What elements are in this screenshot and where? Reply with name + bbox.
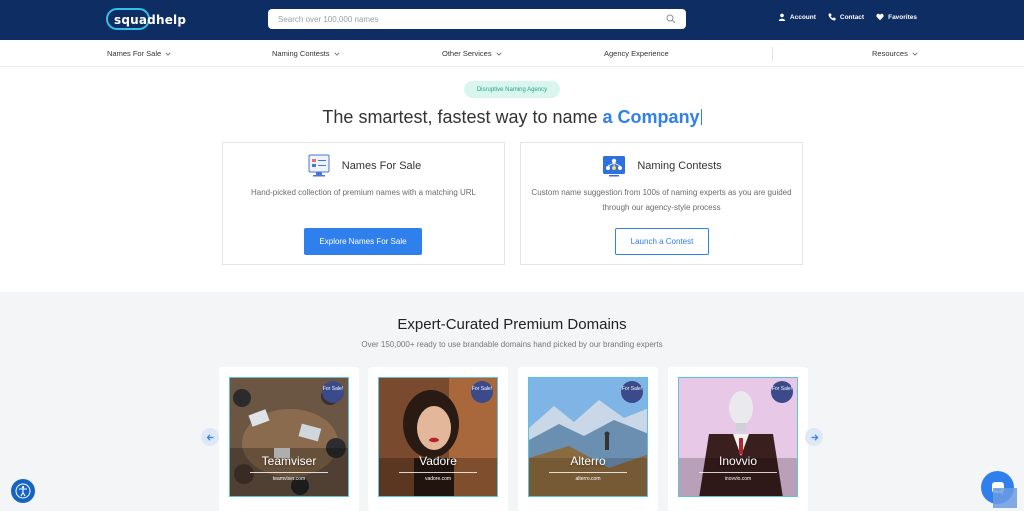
nav-resources[interactable]: Resources: [872, 49, 918, 58]
hero-title: The smartest, fastest way to name a Comp…: [0, 107, 1024, 128]
nav-label: Names For Sale: [107, 49, 162, 58]
for-sale-badge: For Sale!: [471, 381, 493, 403]
nav-label: Naming Contests: [272, 49, 330, 58]
card-title: Names For Sale: [341, 160, 422, 172]
card-header: Naming Contests: [521, 153, 802, 179]
nav-naming-contests[interactable]: Naming Contests: [272, 49, 340, 58]
domain-image: For Sale! Alterro alterro.com: [528, 377, 648, 497]
nav-label: Agency Experience: [604, 49, 669, 58]
contact-label: Contact: [839, 13, 865, 21]
account-link[interactable]: Account: [778, 13, 816, 21]
carousel-next-button[interactable]: [805, 428, 823, 446]
section-title: Expert-Curated Premium Domains: [397, 316, 627, 333]
search-icon[interactable]: [666, 14, 676, 24]
domain-name: Vadore: [419, 454, 457, 468]
launch-contest-button[interactable]: Launch a Contest: [615, 228, 709, 255]
nav-other-services[interactable]: Other Services: [442, 49, 502, 58]
domain-image: For Sale! Inovvio inovvio.com: [678, 377, 798, 497]
domain-card-alterro[interactable]: For Sale! Alterro alterro.com: [518, 367, 658, 511]
hero-title-prefix: The smartest, fastest way to name: [322, 107, 598, 127]
chevron-down-icon: [165, 52, 171, 56]
for-sale-badge: For Sale!: [621, 381, 643, 403]
accessibility-button[interactable]: [11, 479, 35, 503]
agency-badge: Disruptive Naming Agency: [464, 81, 560, 98]
for-sale-badge: For Sale!: [771, 381, 793, 403]
chevron-down-icon: [334, 52, 340, 56]
phone-icon: [828, 13, 836, 21]
domain-divider: [549, 472, 627, 473]
naming-contests-card: Naming Contests Custom name suggestion f…: [520, 142, 803, 265]
domain-image: For Sale! Teamviser teamviser.com: [229, 377, 349, 497]
user-icon: [778, 13, 786, 21]
names-catalog-icon: [308, 154, 330, 177]
squadhelp-logo[interactable]: squadhelp: [106, 8, 186, 32]
domain-card-vadore[interactable]: For Sale! Vadore vadore.com: [368, 367, 508, 511]
card-header: Names For Sale: [223, 153, 504, 179]
card-title: Naming Contests: [637, 160, 722, 172]
scroll-top-button[interactable]: [993, 488, 1017, 508]
chevron-down-icon: [496, 52, 502, 56]
search-bar: [268, 9, 686, 29]
names-for-sale-card: Names For Sale Hand-picked collection of…: [222, 142, 505, 265]
section-subtitle: Over 150,000+ ready to use brandable dom…: [361, 340, 663, 349]
nav-agency-experience[interactable]: Agency Experience: [604, 49, 669, 58]
card-description: Hand-picked collection of premium names …: [251, 188, 476, 197]
favorites-link[interactable]: Favorites: [876, 13, 917, 21]
nav-label: Other Services: [442, 49, 492, 58]
nav-divider: [772, 47, 773, 61]
premium-domains-section: Expert-Curated Premium Domains Over 150,…: [0, 292, 1024, 511]
domain-divider: [399, 472, 477, 473]
domain-image: For Sale! Vadore vadore.com: [378, 377, 498, 497]
for-sale-badge: For Sale!: [322, 381, 344, 403]
arrow-right-icon: [811, 433, 818, 441]
domain-divider: [699, 472, 777, 473]
domain-card-teamviser[interactable]: For Sale! Teamviser teamviser.com: [219, 367, 359, 511]
hero-title-accent: a Company: [602, 107, 700, 127]
carousel-prev-button[interactable]: [201, 428, 219, 446]
logo-text: squadhelp: [114, 13, 187, 27]
accessibility-icon: [15, 483, 31, 499]
domain-name: Alterro: [570, 454, 606, 468]
domain-divider: [250, 472, 328, 473]
account-label: Account: [789, 13, 816, 21]
contest-network-icon: [603, 156, 626, 177]
nav-names-for-sale[interactable]: Names For Sale: [107, 49, 171, 58]
header-links: Account Contact Favorites: [778, 13, 917, 21]
domain-url: vadore.com: [424, 476, 452, 482]
nav-label: Resources: [872, 49, 908, 58]
top-header: squadhelp Account Contact Favorites: [0, 0, 1024, 40]
domain-url: alterro.com: [575, 476, 601, 482]
domain-name: Teamviser: [261, 454, 317, 468]
typing-caret: [700, 109, 702, 125]
heart-icon: [876, 13, 884, 21]
domain-name: Inovvio: [718, 454, 758, 468]
main-nav: Names For Sale Naming Contests Other Ser…: [0, 40, 1024, 67]
explore-names-button[interactable]: Explore Names For Sale: [304, 228, 422, 255]
contact-link[interactable]: Contact: [828, 13, 864, 21]
arrow-left-icon: [206, 433, 213, 441]
card-description: Custom name suggestion from 100s of nami…: [531, 188, 792, 212]
search-input[interactable]: [278, 14, 666, 24]
domain-url: inovvio.com: [724, 476, 752, 482]
favorites-label: Favorites: [888, 13, 917, 21]
chevron-down-icon: [912, 52, 918, 56]
domain-card-inovvio[interactable]: For Sale! Inovvio inovvio.com: [668, 367, 808, 511]
domain-url: teamviser.com: [272, 476, 306, 482]
